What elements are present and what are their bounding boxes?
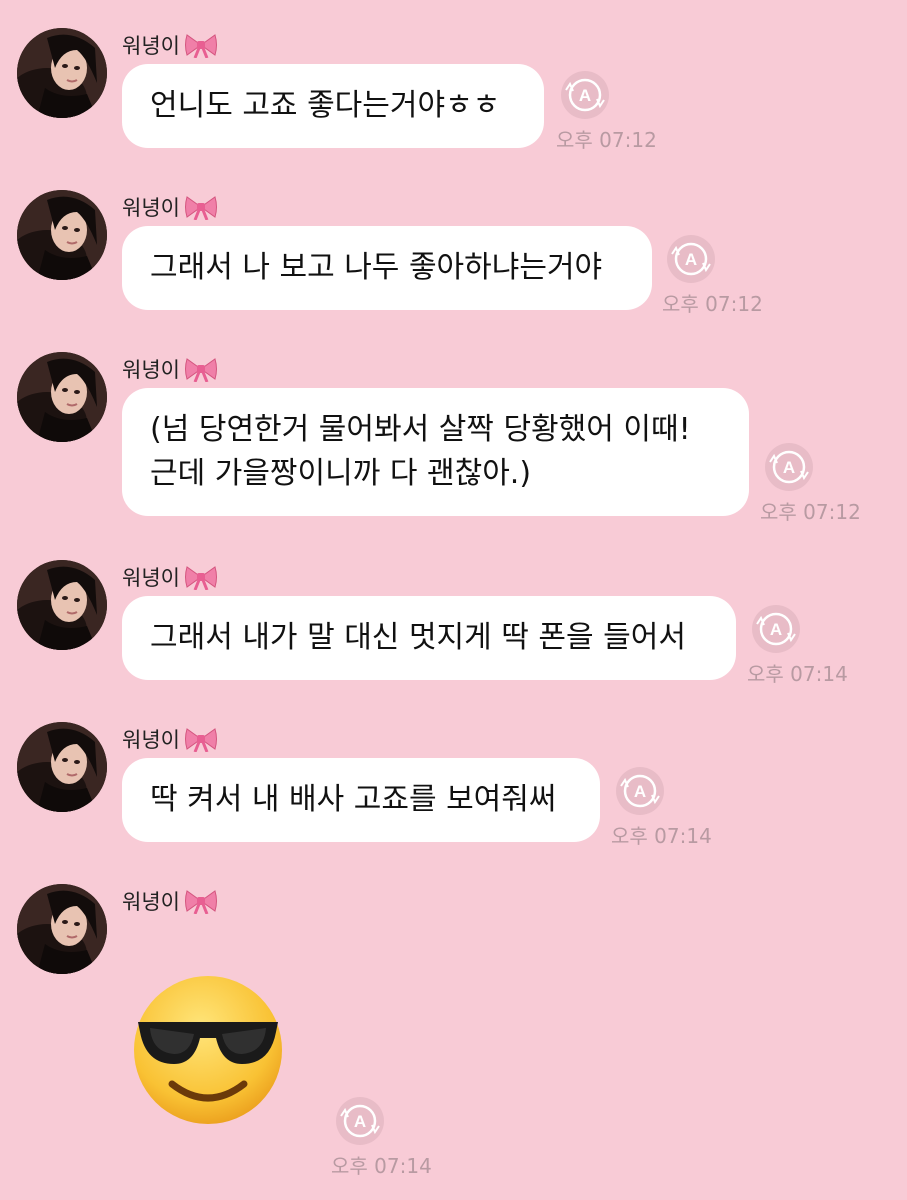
bow-icon (184, 32, 218, 58)
sender-label: 워녕이 (122, 192, 218, 222)
sender-label: 워녕이 (122, 562, 218, 592)
avatar[interactable] (17, 560, 107, 650)
timestamp: 오후 07:12 (662, 292, 763, 316)
message-bubble[interactable]: (넘 당연한거 물어봐서 살짝 당황했어 이때! 근데 가을짱이니까 다 괜찮아… (122, 388, 749, 516)
message-bubble[interactable]: 언니도 고죠 좋다는거야ㅎㅎ (122, 64, 544, 148)
bow-icon (184, 356, 218, 382)
bow-icon (184, 888, 218, 914)
avatar[interactable] (17, 884, 107, 974)
avatar[interactable] (17, 28, 107, 118)
read-receipt-icon (615, 766, 665, 816)
sender-label: 워녕이 (122, 30, 218, 60)
timestamp: 오후 07:12 (760, 500, 861, 524)
sender-name: 워녕이 (122, 890, 180, 914)
message-bubble[interactable]: 딱 켜서 내 배사 고죠를 보여줘써 (122, 758, 600, 842)
sender-label: 워녕이 (122, 724, 218, 754)
avatar[interactable] (17, 352, 107, 442)
read-receipt-icon (560, 70, 610, 120)
read-receipt-icon (764, 442, 814, 492)
timestamp: 오후 07:14 (611, 824, 712, 848)
timestamp: 오후 07:14 (331, 1154, 432, 1178)
read-receipt-icon (751, 604, 801, 654)
bow-icon (184, 194, 218, 220)
message-bubble[interactable]: 그래서 나 보고 나두 좋아하냐는거야 (122, 226, 652, 310)
timestamp: 오후 07:14 (747, 662, 848, 686)
sunglasses-emoji-icon[interactable] (130, 972, 286, 1128)
sender-name: 워녕이 (122, 358, 180, 382)
avatar[interactable] (17, 190, 107, 280)
sender-label: 워녕이 (122, 354, 218, 384)
message-bubble[interactable]: 그래서 내가 말 대신 멋지게 딱 폰을 들어서 (122, 596, 736, 680)
sender-name: 워녕이 (122, 196, 180, 220)
sender-label: 워녕이 (122, 886, 218, 916)
sender-name: 워녕이 (122, 728, 180, 752)
read-receipt-icon (666, 234, 716, 284)
read-receipt-icon (335, 1096, 385, 1146)
sender-name: 워녕이 (122, 34, 180, 58)
sender-name: 워녕이 (122, 566, 180, 590)
timestamp: 오후 07:12 (556, 128, 657, 152)
bow-icon (184, 726, 218, 752)
bow-icon (184, 564, 218, 590)
avatar[interactable] (17, 722, 107, 812)
